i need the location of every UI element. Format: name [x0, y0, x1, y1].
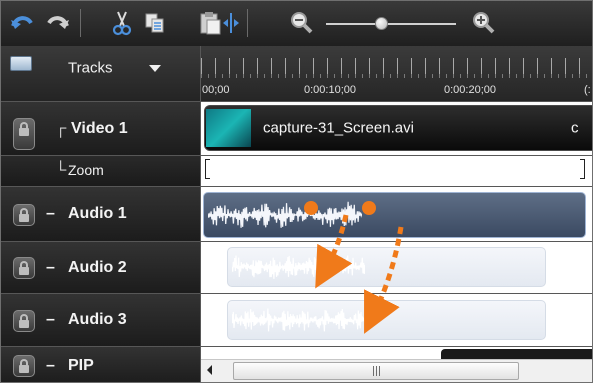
ruler-ticks — [201, 58, 592, 74]
zoom-bracket-start[interactable] — [205, 159, 210, 179]
camtasia-timeline-window: Tracks 00;00 0:00:10;00 0:00:20;00 (: ┌ … — [0, 0, 593, 383]
track-name: PIP — [68, 356, 94, 374]
track-header-audio-1[interactable]: – Audio 1 — [1, 187, 201, 242]
timeline-ruler[interactable]: 00;00 0:00:10;00 0:00:20;00 (: — [201, 46, 592, 102]
zoom-out-icon[interactable] — [286, 7, 318, 39]
lock-icon[interactable] — [13, 257, 35, 279]
chevron-down-icon[interactable] — [149, 65, 161, 72]
zoom-slider-knob[interactable] — [375, 17, 388, 30]
waveform — [232, 255, 365, 279]
ruler-label: 0:00:10;00 — [304, 84, 356, 96]
zoom-slider-track[interactable] — [326, 23, 456, 25]
copy-icon[interactable] — [139, 7, 171, 39]
waveform — [232, 308, 365, 332]
lock-icon[interactable] — [13, 310, 35, 332]
ruler-label: (: — [584, 84, 591, 96]
clip-truncated-text: c — [571, 119, 579, 137]
tracks-label: Tracks — [68, 59, 113, 77]
track-header-video-1[interactable]: ┌ Video 1 — [1, 102, 201, 156]
lock-icon[interactable] — [13, 118, 35, 150]
audio-clip[interactable] — [227, 247, 546, 287]
tracks-menu[interactable]: Tracks — [1, 46, 201, 102]
track-bracket: └ — [55, 162, 67, 179]
track-name: Zoom — [68, 162, 104, 178]
lock-icon[interactable] — [13, 204, 35, 226]
zoom-in-icon[interactable] — [468, 7, 500, 39]
lane-zoom[interactable] — [201, 156, 592, 187]
track-dash: – — [46, 356, 55, 374]
track-name: Audio 2 — [68, 258, 127, 276]
tracks-icon — [10, 56, 32, 71]
undo-icon[interactable] — [6, 7, 38, 39]
ruler-label: 0:00:20;00 — [444, 84, 496, 96]
track-header-pip[interactable]: – PIP — [1, 347, 201, 382]
audio-clip-selected[interactable] — [203, 192, 586, 238]
timeline-toolbar — [1, 1, 592, 47]
track-dash: – — [46, 205, 55, 222]
waveform — [208, 201, 362, 228]
lock-icon[interactable] — [13, 355, 35, 377]
toolbar-divider — [247, 9, 248, 37]
ruler-label: 00;00 — [202, 84, 230, 96]
track-name: Video 1 — [71, 119, 128, 137]
scrollbar-grip — [373, 366, 381, 376]
toolbar-divider — [80, 9, 81, 37]
clip-name: capture-31_Screen.avi — [263, 119, 414, 137]
audio-clip[interactable] — [227, 300, 546, 340]
track-name: Audio 1 — [68, 205, 127, 222]
split-icon[interactable] — [215, 7, 247, 39]
ruler-minor-ticks — [201, 74, 592, 78]
clip-thumbnail — [206, 109, 251, 147]
track-bracket: ┌ — [55, 119, 67, 137]
track-dash: – — [46, 258, 55, 276]
zoom-bracket-end[interactable] — [580, 159, 585, 179]
pip-clip[interactable] — [441, 349, 592, 359]
track-dash: – — [46, 311, 55, 328]
scroll-left-arrow-icon[interactable] — [207, 365, 212, 375]
track-name: Audio 3 — [68, 311, 127, 328]
track-header-audio-2[interactable]: – Audio 2 — [1, 242, 201, 294]
cut-icon[interactable] — [106, 7, 138, 39]
redo-icon[interactable] — [42, 7, 74, 39]
track-header-audio-3[interactable]: – Audio 3 — [1, 294, 201, 347]
